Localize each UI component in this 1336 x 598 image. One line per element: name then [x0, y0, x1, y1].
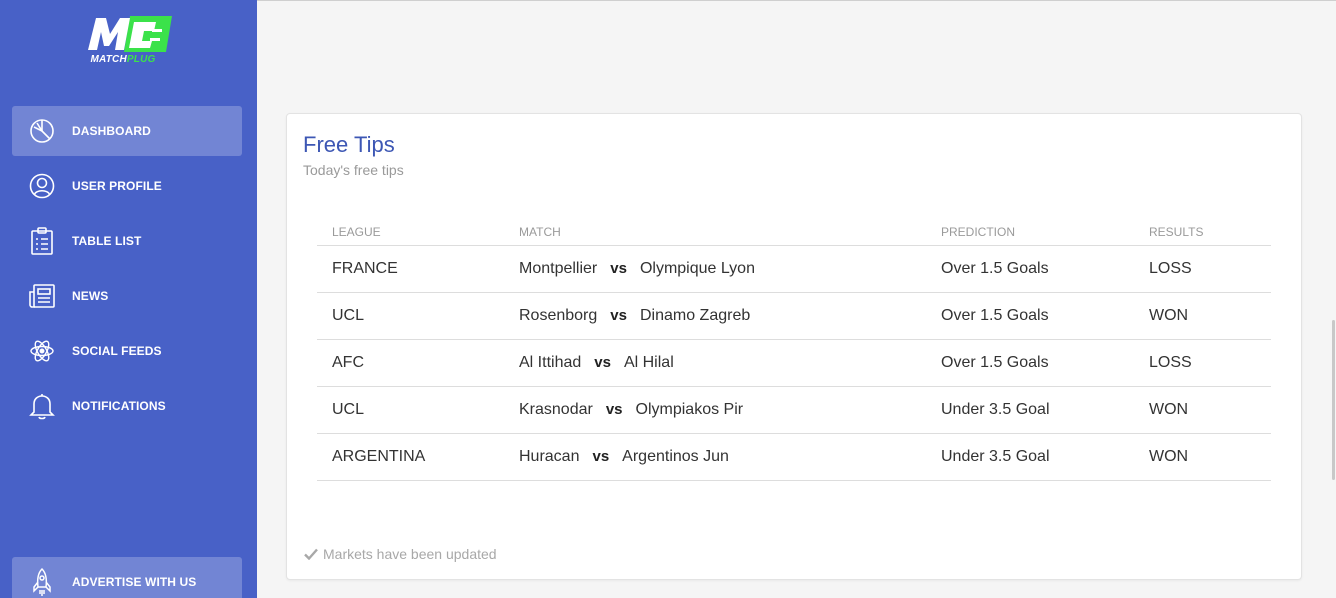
- tips-table: LEAGUE MATCH PREDICTION RESULTS FRANCE M…: [317, 219, 1271, 481]
- atom-icon: [28, 338, 56, 364]
- table-row: UCL Krasnodar vs Olympiakos Pir Under 3.5 …: [317, 386, 1271, 434]
- match-cell: Krasnodar vs Olympiakos Pir: [504, 386, 926, 434]
- card-title: Free Tips: [303, 132, 395, 157]
- prediction-cell: Over 1.5 Goals: [926, 292, 1134, 340]
- home-team: Rosenborg: [519, 306, 598, 324]
- result-cell: WON: [1134, 292, 1271, 340]
- page-scrollbar[interactable]: [1332, 320, 1335, 480]
- bell-icon: [28, 393, 56, 420]
- home-team: Huracan: [519, 447, 580, 465]
- column-header-match: MATCH: [504, 219, 926, 246]
- sidebar-item-user-profile[interactable]: USER PROFILE: [12, 161, 242, 211]
- match-cell: Rosenborg vs Dinamo Zagreb: [504, 292, 926, 340]
- column-header-league: LEAGUE: [317, 219, 504, 246]
- table-row: FRANCE Montpellier vs Olympique Lyon Over …: [317, 245, 1271, 293]
- column-header-prediction: PREDICTION: [926, 219, 1134, 246]
- result-cell: WON: [1134, 433, 1271, 481]
- sidebar-item-dashboard[interactable]: DASHBOARD: [12, 106, 242, 156]
- result-cell: LOSS: [1134, 339, 1271, 387]
- sidebar-item-label: SOCIAL FEEDS: [72, 344, 162, 358]
- user-icon: [28, 173, 56, 199]
- league-cell: UCL: [317, 292, 504, 340]
- home-team: Al Ittihad: [519, 353, 582, 371]
- prediction-cell: Under 3.5 Goal: [926, 433, 1134, 481]
- away-team: Dinamo Zagreb: [639, 306, 751, 324]
- sidebar-item-notifications[interactable]: NOTIFICATIONS: [12, 381, 242, 431]
- league-cell: FRANCE: [317, 245, 504, 293]
- prediction-cell: Over 1.5 Goals: [926, 339, 1134, 387]
- sidebar-item-label: DASHBOARD: [72, 124, 151, 138]
- matchplug-logo[interactable]: MATCHPLUG: [82, 14, 174, 70]
- match-cell: Al Ittihad vs Al Hilal: [504, 339, 926, 387]
- match-cell: Montpellier vs Olympique Lyon: [504, 245, 926, 293]
- table-row: AFC Al Ittihad vs Al Hilal Over 1.5 Goals …: [317, 339, 1271, 387]
- table-row: UCL Rosenborg vs Dinamo Zagreb Over 1.5 Go…: [317, 292, 1271, 340]
- away-team: Argentinos Jun: [622, 447, 729, 465]
- home-team: Montpellier: [519, 259, 598, 277]
- sidebar-item-social-feeds[interactable]: SOCIAL FEEDS: [12, 326, 242, 376]
- away-team: Olympique Lyon: [639, 259, 755, 277]
- check-icon: [304, 548, 318, 560]
- column-header-results: RESULTS: [1134, 219, 1271, 246]
- footer-text: Markets have been updated: [323, 546, 497, 562]
- vs-label: vs: [610, 306, 627, 324]
- top-border: [257, 0, 1336, 1]
- vs-label: vs: [605, 400, 623, 418]
- sidebar-item-news[interactable]: NEWS: [12, 271, 242, 321]
- table-row: ARGENTINA Huracan vs Argentinos Jun Under …: [317, 433, 1271, 481]
- prediction-cell: Over 1.5 Goals: [926, 245, 1134, 293]
- result-cell: WON: [1134, 386, 1271, 434]
- sidebar: MATCHPLUG DASHBOARD USER PROFILE TABLE L…: [0, 0, 257, 598]
- newspaper-icon: [28, 283, 56, 309]
- clipboard-icon: [28, 227, 56, 255]
- sidebar-item-label: NOTIFICATIONS: [72, 399, 166, 413]
- league-cell: AFC: [317, 339, 504, 387]
- vs-label: vs: [592, 447, 610, 465]
- card-subtitle: Today's free tips: [303, 162, 404, 178]
- advertise-with-us-button[interactable]: ADVERTISE WITH US: [12, 557, 242, 598]
- vs-label: vs: [610, 259, 627, 277]
- result-cell: LOSS: [1134, 245, 1271, 293]
- sidebar-item-label: NEWS: [72, 289, 109, 303]
- free-tips-card: Free Tips Today's free tips LEAGUE MATCH…: [286, 113, 1302, 580]
- sidebar-item-table-list[interactable]: TABLE LIST: [12, 216, 242, 266]
- league-cell: ARGENTINA: [317, 433, 504, 481]
- pie-chart-icon: [28, 118, 56, 144]
- home-team: Krasnodar: [519, 400, 593, 418]
- away-team: Olympiakos Pir: [635, 400, 744, 418]
- markets-updated-note: Markets have been updated: [304, 546, 497, 562]
- table-header-row: LEAGUE MATCH PREDICTION RESULTS: [317, 219, 1271, 246]
- sidebar-item-label: USER PROFILE: [72, 179, 162, 193]
- match-cell: Huracan vs Argentinos Jun: [504, 433, 926, 481]
- vs-label: vs: [594, 353, 611, 371]
- away-team: Al Hilal: [623, 353, 674, 371]
- rocket-icon: [28, 567, 56, 596]
- logo-mark-icon: [88, 16, 172, 52]
- sidebar-item-label: TABLE LIST: [72, 234, 142, 248]
- prediction-cell: Under 3.5 Goal: [926, 386, 1134, 434]
- league-cell: UCL: [317, 386, 504, 434]
- advertise-label: ADVERTISE WITH US: [72, 575, 197, 589]
- logo-wordmark: MATCHPLUG: [90, 54, 156, 65]
